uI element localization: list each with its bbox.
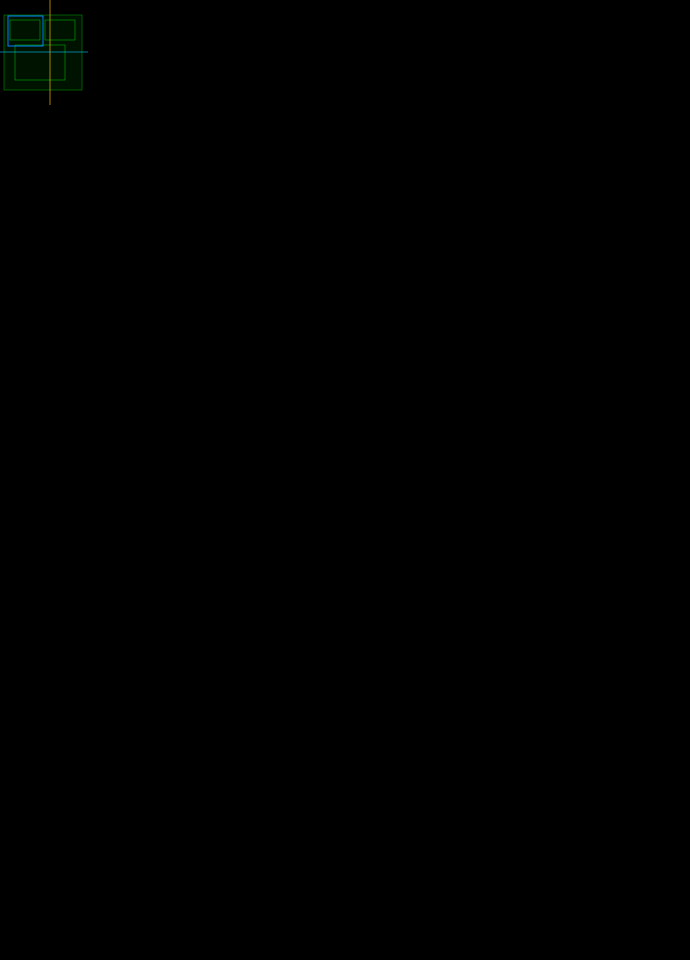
minimap-canvas[interactable] <box>0 0 690 960</box>
minimap-container: WorldView <box>670 835 690 940</box>
console-area: Command # This design board name: AUTOSA… <box>0 833 690 938</box>
worldview-svg <box>0 0 88 105</box>
